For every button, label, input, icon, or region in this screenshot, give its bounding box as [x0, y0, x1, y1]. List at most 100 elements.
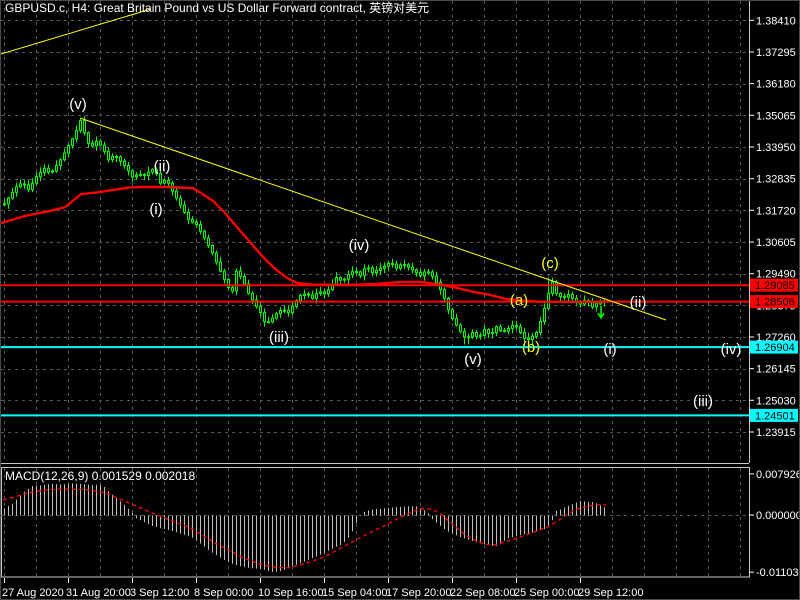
candle-body	[379, 267, 382, 271]
price-axis-label[interactable]: 1.33950	[756, 142, 796, 154]
candle-body	[299, 295, 302, 302]
candle-body	[567, 293, 570, 298]
candle-body	[315, 293, 318, 299]
candle-body	[223, 270, 226, 280]
candle-body	[67, 145, 70, 154]
price-axis-label[interactable]: 1.36180	[756, 79, 796, 91]
candle-body	[235, 270, 238, 292]
chart-canvas[interactable]: (v) (ii) (i) (iv) (iii) (v) (a) (b) (c) (i) (ii) (i…	[1, 1, 800, 600]
candle-body	[403, 264, 406, 267]
candle-body	[203, 230, 206, 239]
candle-body	[543, 307, 546, 322]
candle-body	[351, 271, 354, 276]
candle-body	[231, 287, 234, 292]
price-axis-label[interactable]: 1.30605	[756, 237, 796, 249]
macd-axis-label[interactable]: -0.011035	[756, 567, 800, 579]
price-axis-label[interactable]: 1.32835	[756, 174, 796, 186]
candle-body	[7, 197, 10, 205]
wave-label: (v)	[69, 96, 87, 113]
candle-body	[103, 144, 106, 152]
price-axis-label[interactable]: 1.37295	[756, 47, 796, 59]
candle-body	[475, 332, 478, 337]
candle-body	[371, 267, 374, 274]
candle-body	[27, 184, 30, 191]
price-axis-label[interactable]: 1.23915	[756, 427, 796, 439]
candle-body	[191, 218, 194, 223]
candle-body	[131, 170, 134, 178]
candle-body	[47, 167, 50, 173]
wave-label: (a)	[510, 292, 528, 309]
candle-body	[139, 173, 142, 176]
candle-body	[423, 271, 426, 277]
candle-body	[207, 237, 210, 246]
time-axis-label[interactable]: 25 Sep 00:00	[514, 587, 579, 599]
time-axis-label[interactable]: 10 Sep 16:00	[258, 587, 323, 599]
time-axis-label[interactable]: 27 Aug 2020	[2, 587, 64, 599]
candle-body	[463, 330, 466, 338]
candle-body	[279, 310, 282, 315]
candle-body	[195, 221, 198, 226]
candle-body	[23, 183, 26, 186]
candle-body	[343, 278, 346, 281]
candle-body	[595, 303, 598, 308]
time-axis-label[interactable]: 22 Sep 08:00	[450, 587, 515, 599]
time-axis-label[interactable]: 3 Sep 12:00	[130, 587, 189, 599]
wave-label: (ii)	[154, 158, 171, 175]
candle-body	[219, 261, 222, 272]
candle-body	[31, 182, 34, 191]
candle-body	[183, 204, 186, 213]
price-axis-label[interactable]: 1.38410	[756, 15, 796, 27]
candle-body	[451, 309, 454, 320]
candle-body	[303, 293, 306, 296]
candle-body	[259, 305, 262, 313]
candle-body	[347, 274, 350, 280]
candle-body	[367, 267, 370, 270]
chart-title: GBPUSD.c, H4: Great Britain Pound vs US …	[5, 1, 429, 15]
candle-body	[283, 309, 286, 312]
candle-body	[87, 132, 90, 144]
candle-body	[487, 329, 490, 334]
candle-body	[91, 142, 94, 147]
candle-body	[503, 330, 506, 333]
candle-body	[431, 271, 434, 277]
candle-body	[563, 296, 566, 299]
time-axis-label[interactable]: 17 Sep 20:00	[386, 587, 451, 599]
candle-body	[467, 336, 470, 339]
candle-body	[395, 263, 398, 269]
candle-body	[571, 293, 574, 299]
time-axis-label[interactable]: 8 Sep 00:00	[194, 587, 253, 599]
macd-axis-label[interactable]: 0.000000	[756, 510, 800, 522]
price-axis-label[interactable]: 1.35065	[756, 110, 796, 122]
time-axis-label[interactable]: 29 Sep 12:00	[578, 587, 643, 599]
price-axis-label[interactable]: 1.26145	[756, 364, 796, 376]
time-axis-label[interactable]: 31 Aug 20:00	[66, 587, 131, 599]
candle-body	[535, 332, 538, 337]
candle-body	[311, 294, 314, 299]
candle-body	[55, 164, 58, 172]
wave-label: (ii)	[630, 294, 647, 311]
candle-body	[363, 268, 366, 277]
price-axis-label[interactable]: 1.25030	[756, 395, 796, 407]
chart-window: (v) (ii) (i) (iv) (iii) (v) (a) (b) (c) (i) (ii) (i…	[0, 0, 800, 600]
candle-body	[11, 191, 14, 199]
candle-body	[243, 275, 246, 285]
candle-body	[71, 138, 74, 146]
time-axis-label[interactable]: 15 Sep 04:00	[322, 587, 387, 599]
candle-body	[163, 179, 166, 184]
wave-label: (i)	[603, 341, 616, 358]
candle-body	[323, 291, 326, 295]
candle-body	[59, 159, 62, 167]
wave-label: (iv)	[721, 341, 742, 358]
candle-body	[51, 170, 54, 173]
candle-body	[399, 264, 402, 269]
candle-body	[199, 224, 202, 232]
candle-body	[355, 271, 358, 274]
candle-body	[83, 120, 86, 134]
candle-body	[335, 277, 338, 285]
candle-body	[419, 272, 422, 277]
candle-body	[167, 179, 170, 184]
candle-body	[555, 281, 558, 294]
macd-axis-label[interactable]: 0.007926	[756, 469, 800, 481]
price-axis-label[interactable]: 1.31720	[756, 205, 796, 217]
candle-body	[415, 269, 418, 274]
